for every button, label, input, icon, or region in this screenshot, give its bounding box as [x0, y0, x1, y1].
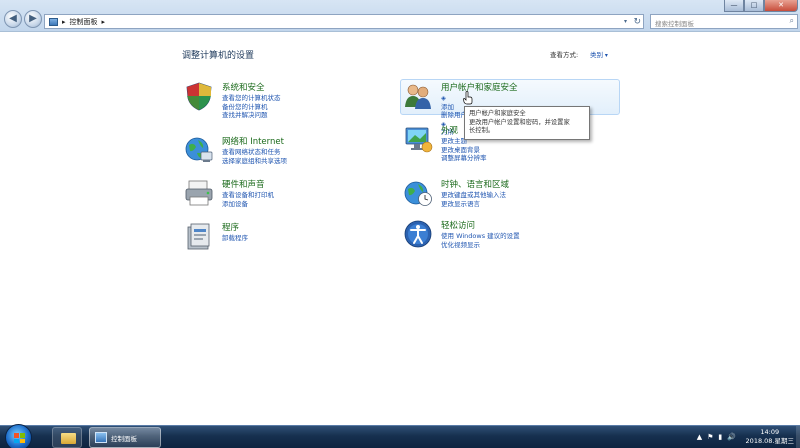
- control-panel-icon: [49, 17, 58, 26]
- category-title[interactable]: 硬件和声音: [222, 178, 265, 190]
- category-title[interactable]: 轻松访问: [441, 219, 475, 231]
- tooltip-text: 更改用户帐户设置和密码，并设置家: [469, 118, 570, 126]
- view-by-label: 查看方式:: [550, 51, 579, 59]
- start-button[interactable]: [5, 424, 32, 448]
- address-dropdown-icon[interactable]: ▾: [624, 18, 627, 25]
- view-by-dropdown[interactable]: 类别: [590, 49, 608, 59]
- address-separator: ▸: [62, 17, 66, 26]
- back-arrow-icon: ◀: [9, 13, 17, 24]
- minimize-button[interactable]: —: [724, 0, 744, 12]
- search-input[interactable]: 搜索控制面板 ⌕: [650, 14, 798, 29]
- magnifier-icon[interactable]: ⌕: [790, 16, 794, 26]
- taskbar-control-panel-button[interactable]: 控制面板: [89, 427, 161, 448]
- category-links: 查看网络状态和任务 选择家庭组和共享选项: [222, 148, 287, 165]
- control-panel-icon: [95, 432, 107, 443]
- close-button[interactable]: ✕: [764, 0, 798, 12]
- page-title: 调整计算机的设置: [182, 51, 255, 61]
- taskbar-window-label: 控制面板: [111, 434, 137, 443]
- programs-icon: [187, 223, 210, 250]
- taskbar: 控制面板 ▲ ⚑ ▮ 🔊 14:09 2018.08.星期三: [0, 424, 800, 448]
- category-title[interactable]: 系统和安全: [222, 81, 265, 93]
- control-panel-content: 调整计算机的设置 查看方式: 类别 系统和安全 查看您的计算机状态 备份您的计算…: [0, 33, 800, 425]
- windows-logo-icon: [14, 433, 25, 443]
- appearance-icon: [405, 127, 433, 153]
- category-title[interactable]: 网络和 Internet: [222, 135, 284, 147]
- clock-globe-icon: [404, 181, 432, 206]
- category-links: 更改键盘或其他输入法 更改显示语言: [441, 191, 506, 208]
- category-tooltip: 用户帐户和家庭安全 更改用户帐户设置和密码，并设置家 长控制。: [464, 106, 590, 140]
- taskbar-clock[interactable]: 14:09 2018.08.星期三: [746, 428, 794, 446]
- tooltip-title: 用户帐户和家庭安全: [469, 110, 526, 117]
- link-optimize-display[interactable]: 优化视频显示: [441, 241, 520, 250]
- tooltip-text: 长控制。: [469, 127, 495, 134]
- link-network-status[interactable]: 查看网络状态和任务: [222, 148, 287, 157]
- category-links: 卸载程序: [222, 234, 248, 243]
- link-desktop-background[interactable]: 更改桌面背景: [441, 146, 487, 155]
- search-placeholder: 搜索控制面板: [655, 20, 694, 28]
- back-button[interactable]: ◀: [4, 10, 22, 28]
- address-location[interactable]: 控制面板: [70, 17, 98, 27]
- forward-button[interactable]: ▶: [24, 10, 42, 28]
- address-bar[interactable]: ▸ 控制面板 ▸ ▾ ↻: [44, 14, 644, 29]
- clock-time: 14:09: [760, 428, 780, 436]
- system-tray: ▲ ⚑ ▮ 🔊: [697, 433, 736, 441]
- globe-network-icon: [185, 137, 213, 162]
- link-change-keyboard[interactable]: 更改键盘或其他输入法: [441, 191, 506, 200]
- link-backup[interactable]: 备份您的计算机: [222, 103, 281, 112]
- action-center-icon[interactable]: ⚑: [707, 433, 713, 441]
- link-recommended-settings[interactable]: 使用 Windows 建议的设置: [441, 232, 520, 241]
- address-separator[interactable]: ▸: [102, 18, 106, 26]
- network-icon[interactable]: ▮: [718, 433, 722, 441]
- category-links: 查看您的计算机状态 备份您的计算机 查找并解决问题: [222, 94, 281, 120]
- forward-arrow-icon: ▶: [29, 13, 37, 24]
- taskbar-explorer-button[interactable]: [52, 427, 82, 448]
- printer-icon: [185, 180, 213, 206]
- link-view-status[interactable]: 查看您的计算机状态: [222, 94, 281, 103]
- category-title[interactable]: 外观: [441, 124, 458, 136]
- link-add-device[interactable]: 添加设备: [222, 200, 274, 209]
- category-links: 使用 Windows 建议的设置 优化视频显示: [441, 232, 520, 249]
- clock-date: 2018.08.星期三: [745, 437, 794, 445]
- link-screen-resolution[interactable]: 调整屏幕分辨率: [441, 154, 487, 163]
- category-links: 更改主题 更改桌面背景 调整屏幕分辨率: [441, 137, 487, 163]
- show-desktop-button[interactable]: [796, 426, 800, 448]
- category-title[interactable]: 用户帐户和家庭安全: [441, 81, 518, 93]
- link-devices-printers[interactable]: 查看设备和打印机: [222, 191, 274, 200]
- maximize-button[interactable]: □: [744, 0, 764, 12]
- window-controls: — □ ✕: [724, 0, 798, 12]
- volume-icon[interactable]: 🔊: [727, 433, 736, 441]
- shield-icon: [186, 82, 212, 111]
- users-icon: [405, 84, 431, 109]
- window-chrome: ◀ ▶ ▸ 控制面板 ▸ ▾ ↻ 搜索控制面板 ⌕ — □ ✕: [0, 0, 800, 32]
- refresh-icon[interactable]: ↻: [633, 17, 641, 27]
- link-display-language[interactable]: 更改显示语言: [441, 200, 506, 209]
- ease-of-access-icon: [404, 220, 432, 248]
- link-troubleshoot[interactable]: 查找并解决问题: [222, 111, 281, 120]
- folder-icon: [61, 433, 76, 444]
- category-title[interactable]: 时钟、语言和区域: [441, 178, 509, 190]
- hand-cursor-icon: [463, 91, 473, 105]
- tray-expand-icon[interactable]: ▲: [697, 433, 702, 441]
- link-homegroup[interactable]: 选择家庭组和共享选项: [222, 157, 287, 166]
- link-uninstall[interactable]: 卸载程序: [222, 234, 248, 243]
- category-links: 查看设备和打印机 添加设备: [222, 191, 274, 208]
- category-title[interactable]: 程序: [222, 221, 239, 233]
